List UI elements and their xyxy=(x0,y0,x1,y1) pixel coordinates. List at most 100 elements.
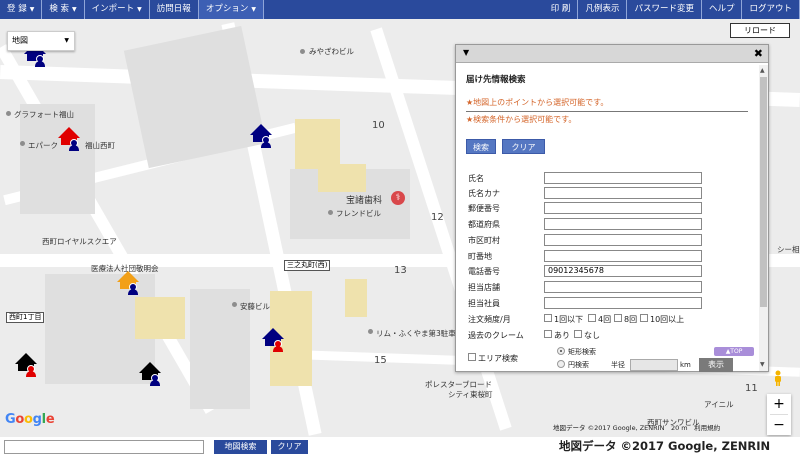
claim-option-label: なし xyxy=(584,331,600,340)
map-search-button[interactable]: 地図検索 xyxy=(214,440,267,454)
freq-checkbox-1[interactable] xyxy=(544,314,552,322)
city-input[interactable] xyxy=(544,234,702,246)
freq-checkbox-8[interactable] xyxy=(614,314,622,322)
name-input[interactable] xyxy=(544,172,702,184)
customer-marker-navy-red[interactable] xyxy=(262,328,286,352)
rect-search-radio[interactable] xyxy=(557,347,565,355)
circle-search-radio[interactable] xyxy=(557,360,565,368)
scroll-up-icon[interactable]: ▲ xyxy=(760,67,765,74)
menu-print[interactable]: 印 刷 xyxy=(543,0,579,19)
show-button[interactable]: 表示 xyxy=(699,358,733,372)
map-label-miyazawa: みやざわビル xyxy=(309,47,354,56)
block-number: 12 xyxy=(431,212,444,223)
block-number: 15 xyxy=(374,355,387,366)
map-label-royal: 西町ロイヤルスクエア xyxy=(42,237,117,246)
menu-visit-report[interactable]: 訪問日報 xyxy=(149,0,199,19)
map-attribution: 地図データ ©2017 Google, ZENRIN 20 m 利用規約 xyxy=(553,424,721,432)
caret-down-icon: ▼ xyxy=(251,6,256,13)
reload-button[interactable]: リロード xyxy=(730,23,790,38)
radius-input[interactable] xyxy=(630,359,678,371)
customer-marker-black[interactable] xyxy=(15,353,39,377)
field-label: 電話番号 xyxy=(468,267,500,276)
map-label-houen: 宝諸歯科 xyxy=(346,196,383,206)
customer-marker-red[interactable] xyxy=(58,127,82,151)
map-type-select[interactable]: 地図 ▼ xyxy=(7,31,75,51)
menu-help[interactable]: ヘルプ xyxy=(701,0,743,19)
km-label: km xyxy=(680,361,691,369)
search-button[interactable]: 検索 xyxy=(466,139,496,154)
to-top-button[interactable]: ▲TOP xyxy=(714,347,754,356)
block-number: 10 xyxy=(372,120,385,131)
freq-option-label: 4回 xyxy=(598,315,612,324)
panel-note-search: ★検索条件から選択可能です。 xyxy=(466,115,577,124)
panel-note-map: ★地図上のポイントから選択可能です。 xyxy=(466,98,609,107)
postal-code-input[interactable] xyxy=(544,202,702,214)
field-label: 市区町村 xyxy=(468,236,500,245)
caret-down-icon: ▼ xyxy=(137,6,142,13)
map-label-graphfort: グラフォート福山 xyxy=(14,110,74,119)
customer-marker-navy[interactable] xyxy=(250,124,274,148)
street-address-input[interactable] xyxy=(544,250,702,262)
freq-option-label: 10回以上 xyxy=(650,315,685,324)
bottom-clear-button[interactable]: クリア xyxy=(271,440,308,454)
panel-header[interactable]: ▼ ✖ xyxy=(456,45,768,63)
phone-number-input[interactable]: 09012345678 xyxy=(544,265,702,277)
map-label-ainiru: アイニル xyxy=(704,400,734,409)
copyright-text: 地図データ ©2017 Google, ZENRIN xyxy=(559,439,771,453)
menu-logout[interactable]: ログアウト xyxy=(742,0,800,19)
dental-poi-icon: ⚕ xyxy=(391,191,405,205)
street-view-pegman-icon[interactable] xyxy=(772,370,784,386)
zoom-control[interactable]: + − xyxy=(767,394,791,435)
caret-down-icon: ▼ xyxy=(29,6,35,13)
area-search-checkbox[interactable] xyxy=(468,353,476,361)
address-search-input[interactable] xyxy=(4,440,204,454)
map-label-sannomaru: 三之丸町(西) xyxy=(284,260,331,271)
customer-marker-black[interactable] xyxy=(139,362,163,386)
zoom-in-icon[interactable]: + xyxy=(767,394,791,414)
google-logo: Google xyxy=(5,412,55,427)
menu-legend[interactable]: 凡例表示 xyxy=(578,0,628,19)
field-label: 町番地 xyxy=(468,252,492,261)
circle-search-label: 円検索 xyxy=(568,361,589,369)
freq-checkbox-10[interactable] xyxy=(640,314,648,322)
map-label-annou: 安藤ビル xyxy=(240,302,270,311)
scrollbar-thumb[interactable] xyxy=(760,77,767,307)
freq-option-label: 8回 xyxy=(624,315,638,324)
menu-options[interactable]: オプション ▼ xyxy=(198,0,264,19)
menu-search[interactable]: 検 索 ▼ xyxy=(42,0,85,19)
collapse-triangle-icon[interactable]: ▼ xyxy=(463,48,469,57)
map-label-friend: フレンドビル xyxy=(336,209,381,218)
top-nav: 登 録 ▼ 検 索 ▼ インポート ▼ 訪問日報 オプション ▼ 印 刷 凡例表示 パス… xyxy=(0,0,800,19)
block-number: 13 xyxy=(394,265,407,276)
map-label-epark: エパーク xyxy=(28,141,58,150)
claim-label: 過去のクレーム xyxy=(468,331,524,340)
claim-yes-checkbox[interactable] xyxy=(544,330,552,338)
map-label-shi: シー相 xyxy=(777,245,800,254)
scroll-down-icon[interactable]: ▼ xyxy=(760,361,765,368)
menu-password-change[interactable]: パスワード変更 xyxy=(627,0,702,19)
field-label: 都道府県 xyxy=(468,220,500,229)
customer-marker-orange[interactable] xyxy=(117,271,141,295)
rect-search-label: 矩形検索 xyxy=(568,348,596,356)
menu-register[interactable]: 登 録 ▼ xyxy=(0,0,43,19)
assigned-staff-input[interactable] xyxy=(544,297,702,309)
clear-button[interactable]: クリア xyxy=(502,139,545,154)
assigned-store-input[interactable] xyxy=(544,281,702,293)
claim-no-checkbox[interactable] xyxy=(574,330,582,338)
freq-option-label: 1回以下 xyxy=(554,315,584,324)
radius-label: 半径 xyxy=(611,361,625,369)
name-kana-input[interactable] xyxy=(544,187,702,199)
map-type-value: 地図 xyxy=(12,36,28,45)
panel-scrollbar[interactable]: ▲ ▼ xyxy=(759,65,768,371)
field-label: 氏名カナ xyxy=(468,189,500,198)
order-frequency-label: 注文頻度/月 xyxy=(468,315,511,324)
map-label-rim: リム・ふくやま第3駐車場 xyxy=(376,329,464,338)
map-label-city: シティ東桜町 xyxy=(448,390,493,399)
close-icon[interactable]: ✖ xyxy=(754,47,763,60)
menu-import[interactable]: インポート ▼ xyxy=(84,0,150,19)
recipient-search-panel: ▼ ✖ 届け先情報検索 ★地図上のポイントから選択可能です。 ★検索条件から選択… xyxy=(455,44,769,372)
prefecture-input[interactable] xyxy=(544,218,702,230)
freq-checkbox-4[interactable] xyxy=(588,314,596,322)
zoom-out-icon[interactable]: − xyxy=(767,415,791,435)
claim-option-label: あり xyxy=(554,331,570,340)
